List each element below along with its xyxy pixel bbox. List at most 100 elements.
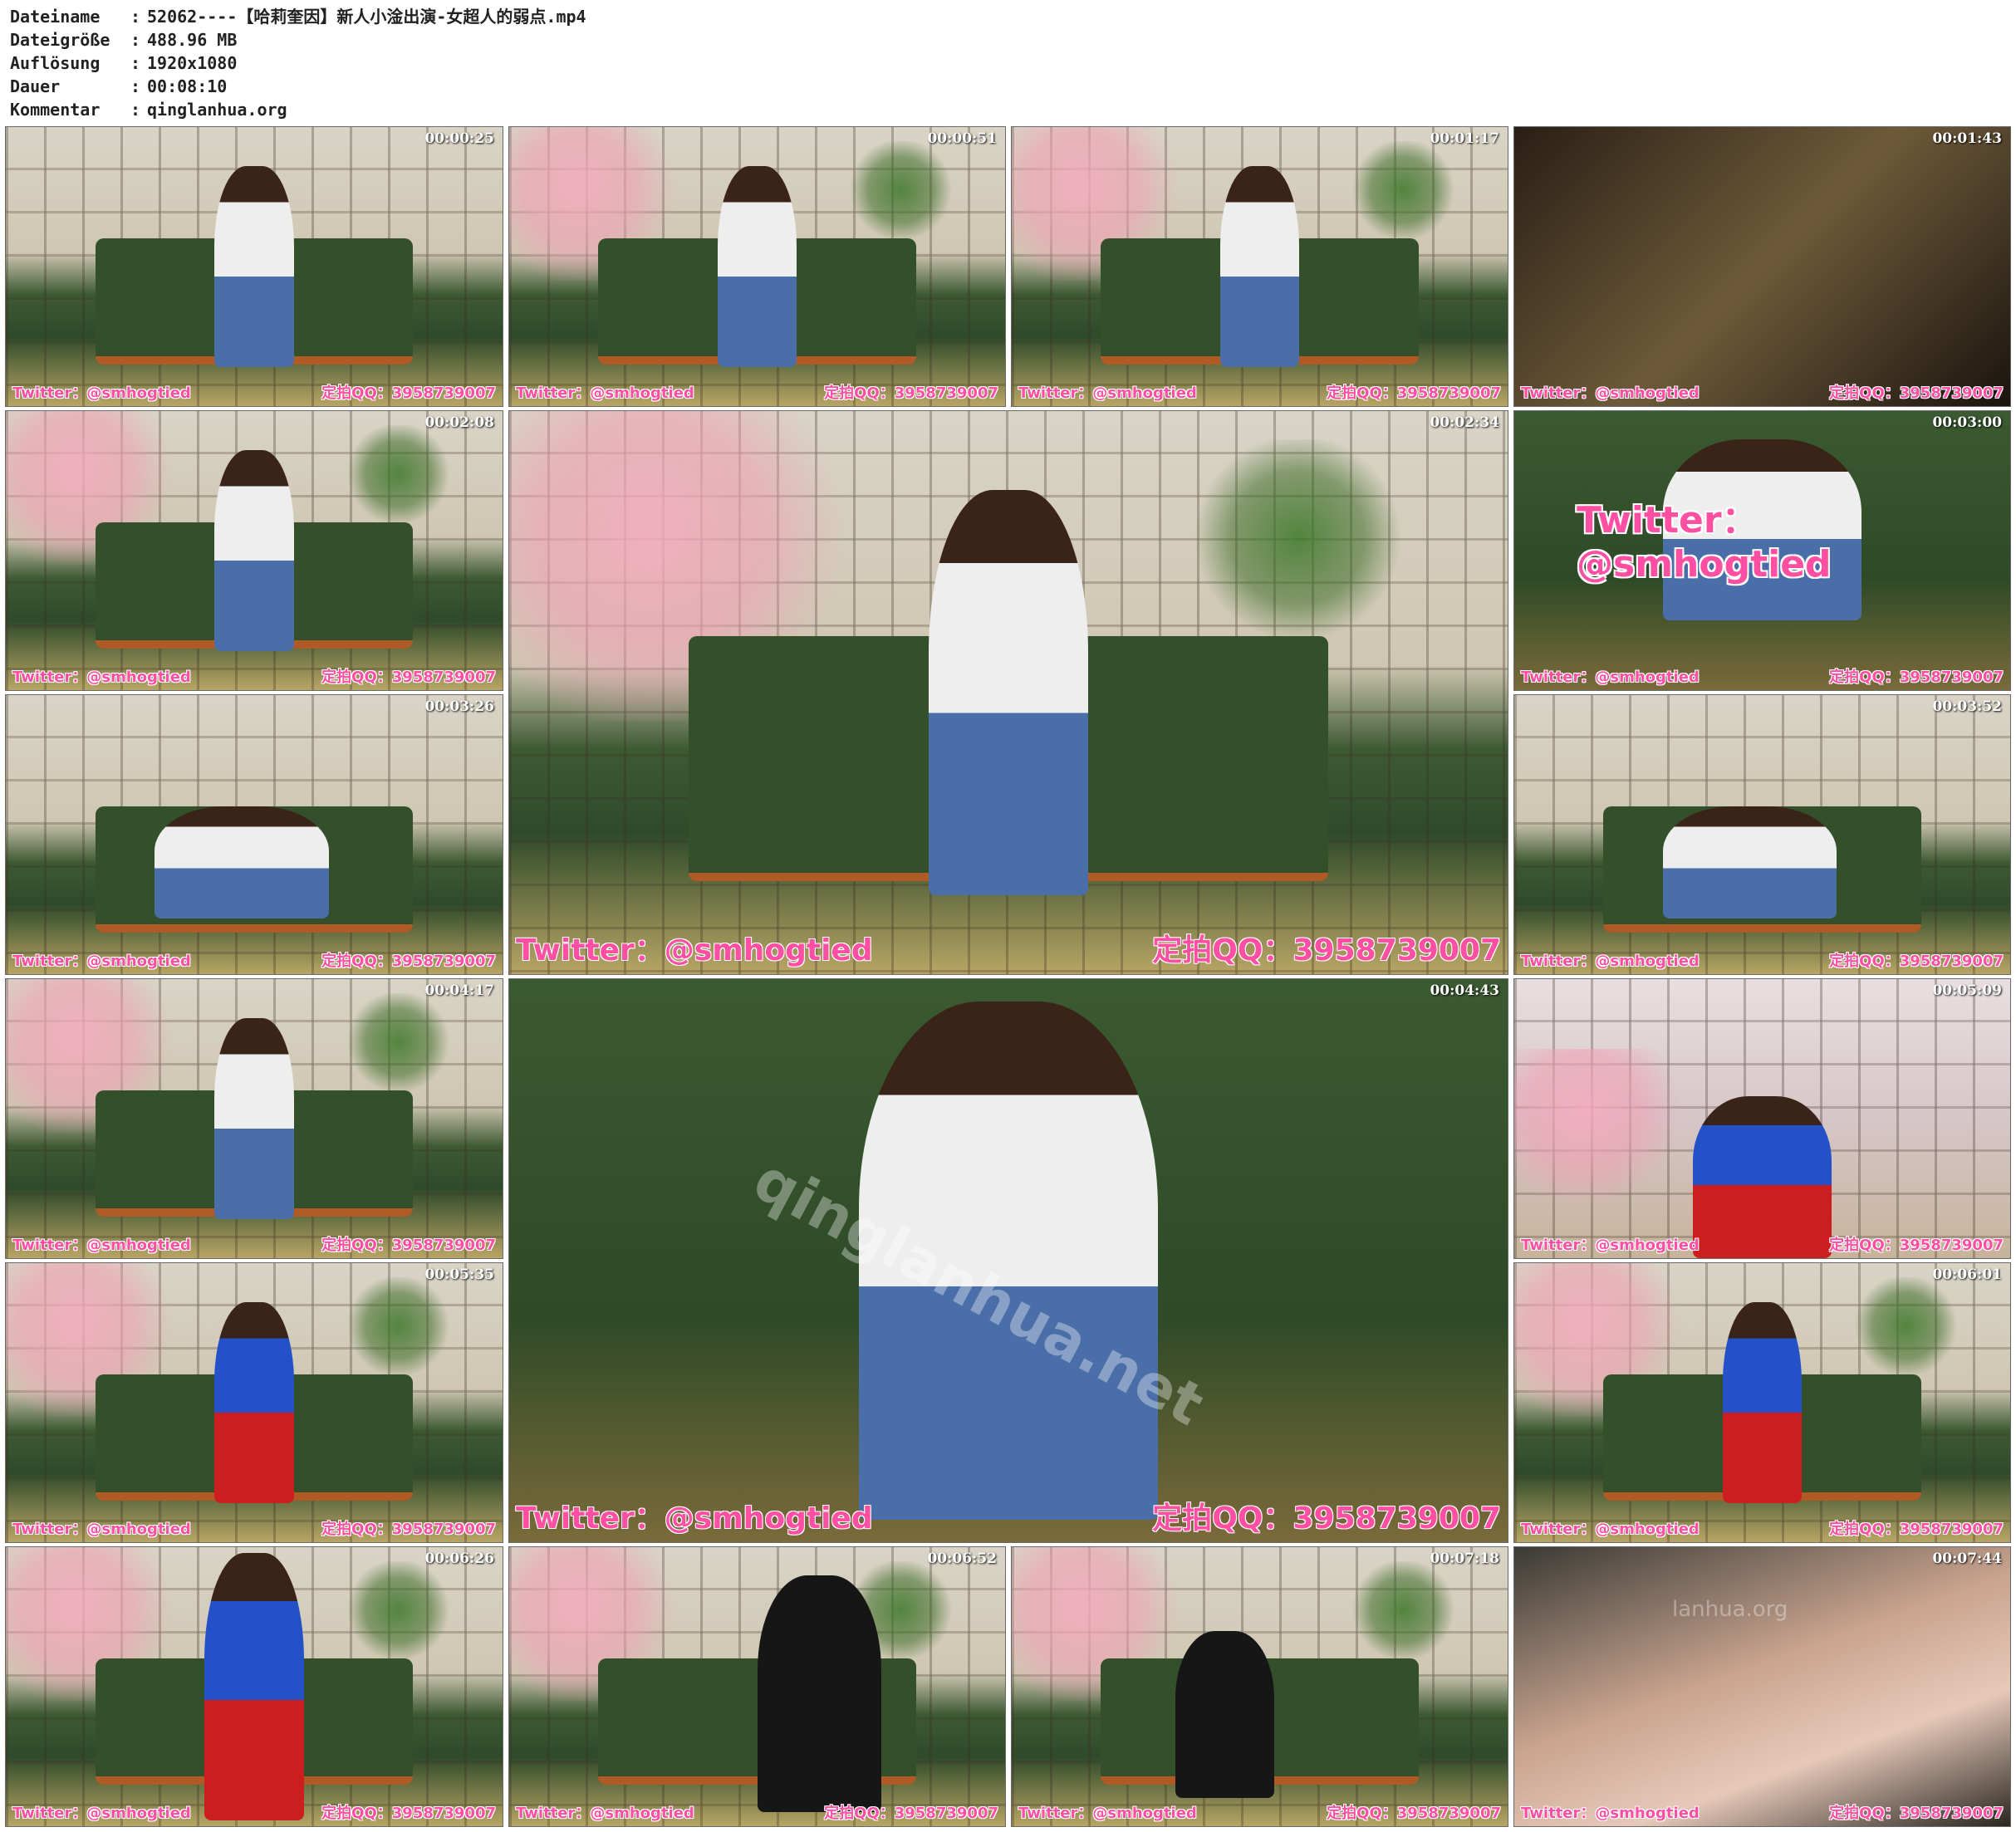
plant-shape bbox=[343, 1560, 454, 1659]
timestamp: 00:02:08 bbox=[424, 414, 494, 431]
info-colon: : bbox=[130, 76, 141, 96]
watermark-twitter: Twitter：@smhogtied bbox=[12, 953, 191, 970]
thumbnail-11-large[interactable]: qinglanhua.net 00:04:43 Twitter：@smhogti… bbox=[508, 978, 1508, 1543]
info-row-duration: Dauer:00:08:10 bbox=[10, 75, 227, 98]
watermark-twitter: Twitter：@smhogtied bbox=[516, 1501, 873, 1536]
timestamp: 00:01:17 bbox=[1430, 130, 1499, 147]
timestamp: 00:00:51 bbox=[927, 130, 997, 147]
timestamp: 00:04:17 bbox=[424, 982, 494, 999]
plant-shape bbox=[1851, 1276, 1961, 1375]
watermark-twitter: Twitter：@smhogtied bbox=[12, 1521, 191, 1538]
watermark-qq: 定拍QQ：3958739007 bbox=[321, 669, 496, 686]
plant-shape bbox=[343, 992, 454, 1091]
watermark-twitter: Twitter：@smhogtied bbox=[12, 1237, 191, 1254]
info-row-filename: Dateiname:52062----【哈莉奎因】新人小淦出演-女超人的弱点.m… bbox=[10, 5, 586, 28]
info-label: Dateiname bbox=[10, 7, 101, 27]
timestamp: 00:03:26 bbox=[424, 698, 494, 715]
thumbnail-15[interactable]: 00:06:26 Twitter：@smhogtied 定拍QQ：3958739… bbox=[5, 1546, 503, 1827]
timestamp: 00:00:25 bbox=[424, 130, 494, 147]
timestamp: 00:06:26 bbox=[424, 1550, 494, 1567]
timestamp: 00:02:34 bbox=[1430, 414, 1499, 431]
watermark-twitter: Twitter：@smhogtied bbox=[1018, 1805, 1197, 1822]
info-label: Auflösung bbox=[10, 53, 101, 73]
info-label: Dauer bbox=[10, 76, 61, 96]
plant-shape bbox=[1188, 438, 1408, 637]
thumbnail-image bbox=[1514, 1547, 2010, 1826]
watermark-qq: 定拍QQ：3958739007 bbox=[1829, 1805, 2004, 1822]
thumbnail-3[interactable]: 00:01:17 Twitter：@smhogtied 定拍QQ：3958739… bbox=[1011, 126, 1508, 407]
figure-shape bbox=[1692, 1096, 1832, 1258]
watermark-twitter: Twitter：@smhogtied bbox=[516, 385, 694, 402]
watermark-qq: 定拍QQ：3958739007 bbox=[321, 385, 496, 402]
plant-shape bbox=[343, 424, 454, 523]
timestamp: 00:05:35 bbox=[424, 1266, 494, 1283]
timestamp: 00:03:00 bbox=[1932, 414, 2002, 431]
watermark-twitter: Twitter：@smhogtied bbox=[1018, 385, 1197, 402]
figure-shape bbox=[214, 450, 294, 651]
figure-shape bbox=[204, 1552, 304, 1821]
timestamp: 00:01:43 bbox=[1932, 130, 2002, 147]
timestamp: 00:05:09 bbox=[1932, 982, 2002, 999]
watermark-twitter: Twitter：@smhogtied bbox=[1521, 953, 1700, 970]
file-info-header: Dateiname:52062----【哈莉奎因】新人小淦出演-女超人的弱点.m… bbox=[0, 0, 2016, 126]
watermark-qq: 定拍QQ：3958739007 bbox=[824, 385, 998, 402]
thumbnail-image bbox=[1514, 127, 2010, 406]
thumbnail-13[interactable]: 00:05:35 Twitter：@smhogtied 定拍QQ：3958739… bbox=[5, 1262, 503, 1543]
thumbnail-6-large[interactable]: 00:02:34 Twitter：@smhogtied 定拍QQ：3958739… bbox=[508, 410, 1508, 975]
plant-shape bbox=[1348, 140, 1459, 239]
figure-shape bbox=[214, 1018, 294, 1219]
figure-shape bbox=[1663, 806, 1837, 918]
thumbnail-18[interactable]: lanhua.org 00:07:44 Twitter：@smhogtied 定… bbox=[1513, 1546, 2011, 1827]
plant-shape bbox=[1348, 1560, 1459, 1659]
figure-shape bbox=[717, 166, 797, 367]
watermark-qq: 定拍QQ：3958739007 bbox=[1152, 933, 1501, 967]
info-label: Dateigröße bbox=[10, 30, 110, 50]
info-value: 00:08:10 bbox=[147, 76, 228, 96]
thumbnail-grid: 00:00:25 Twitter：@smhogtied 定拍QQ：3958739… bbox=[0, 126, 2016, 1832]
watermark-qq: 定拍QQ：3958739007 bbox=[321, 1805, 496, 1822]
watermark-twitter: Twitter：@smhogtied bbox=[1521, 1237, 1700, 1254]
thumbnail-16[interactable]: 00:06:52 Twitter：@smhogtied 定拍QQ：3958739… bbox=[508, 1546, 1006, 1827]
thumbnail-8[interactable]: 00:03:26 Twitter：@smhogtied 定拍QQ：3958739… bbox=[5, 694, 503, 975]
thumbnail-1[interactable]: 00:00:25 Twitter：@smhogtied 定拍QQ：3958739… bbox=[5, 126, 503, 407]
info-value: 1920x1080 bbox=[147, 53, 238, 73]
thumbnail-4[interactable]: 00:01:43 Twitter：@smhogtied 定拍QQ：3958739… bbox=[1513, 126, 2011, 407]
watermark-twitter: Twitter：@smhogtied bbox=[1521, 1521, 1700, 1538]
watermark-qq: 定拍QQ：3958739007 bbox=[1829, 669, 2004, 686]
watermark-qq: 定拍QQ：3958739007 bbox=[1327, 385, 1501, 402]
timestamp: 00:07:18 bbox=[1430, 1550, 1499, 1567]
thumbnail-14[interactable]: 00:06:01 Twitter：@smhogtied 定拍QQ：3958739… bbox=[1513, 1262, 2011, 1543]
info-colon: : bbox=[130, 100, 141, 120]
thumbnail-10[interactable]: 00:04:17 Twitter：@smhogtied 定拍QQ：3958739… bbox=[5, 978, 503, 1259]
watermark-twitter: Twitter：@smhogtied bbox=[12, 669, 191, 686]
watermark-qq: 定拍QQ：3958739007 bbox=[1829, 953, 2004, 970]
watermark-twitter: Twitter：@smhogtied bbox=[1521, 385, 1700, 402]
info-value: 52062----【哈莉奎因】新人小淦出演-女超人的弱点.mp4 bbox=[147, 7, 586, 27]
watermark-qq: 定拍QQ：3958739007 bbox=[321, 1521, 496, 1538]
info-label: Kommentar bbox=[10, 100, 101, 120]
thumbnail-12[interactable]: 00:05:09 Twitter：@smhogtied 定拍QQ：3958739… bbox=[1513, 978, 2011, 1259]
watermark-twitter: Twitter：@smhogtied bbox=[516, 933, 873, 967]
thumbnail-2[interactable]: 00:00:51 Twitter：@smhogtied 定拍QQ：3958739… bbox=[508, 126, 1006, 407]
info-colon: : bbox=[130, 7, 141, 27]
thumbnail-7[interactable]: Twitter：@smhogtied 00:03:00 Twitter：@smh… bbox=[1513, 410, 2011, 691]
timestamp: 00:06:52 bbox=[927, 1550, 997, 1567]
blossom-shape bbox=[1514, 1049, 1688, 1203]
figure-shape bbox=[1219, 166, 1300, 367]
watermark-twitter: Twitter：@smhogtied bbox=[12, 385, 191, 402]
watermark-qq: 定拍QQ：3958739007 bbox=[321, 1237, 496, 1254]
info-row-comment: Kommentar: qinglanhua.org bbox=[10, 98, 287, 121]
thumbnail-9[interactable]: 00:03:52 Twitter：@smhogtied 定拍QQ：3958739… bbox=[1513, 694, 2011, 975]
figure-shape bbox=[155, 806, 329, 918]
info-colon: : bbox=[130, 30, 141, 50]
watermark-twitter: Twitter：@smhogtied bbox=[12, 1805, 191, 1822]
watermark-twitter: Twitter：@smhogtied bbox=[516, 1805, 694, 1822]
figure-shape bbox=[214, 1302, 294, 1503]
timestamp: 00:06:01 bbox=[1932, 1266, 2002, 1283]
overlay-site-watermark-small: lanhua.org bbox=[1672, 1597, 1788, 1622]
thumbnail-17[interactable]: 00:07:18 Twitter：@smhogtied 定拍QQ：3958739… bbox=[1011, 1546, 1508, 1827]
watermark-qq: 定拍QQ：3958739007 bbox=[1829, 385, 2004, 402]
watermark-qq: 定拍QQ：3958739007 bbox=[1327, 1805, 1501, 1822]
plant-shape bbox=[343, 1276, 454, 1375]
thumbnail-5[interactable]: 00:02:08 Twitter：@smhogtied 定拍QQ：3958739… bbox=[5, 410, 503, 691]
